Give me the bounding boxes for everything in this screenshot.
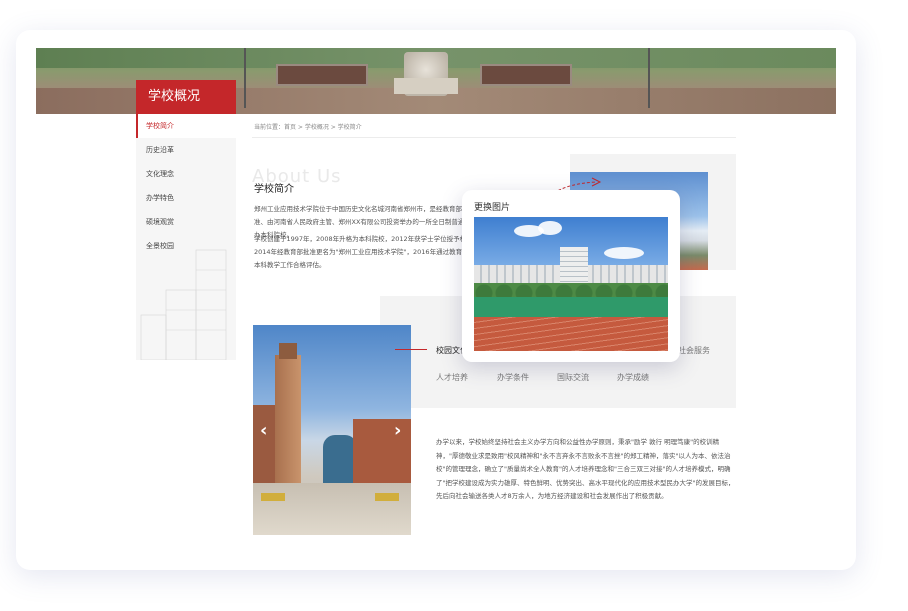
intro-title: 学校简介 bbox=[254, 184, 294, 195]
replace-image-popover[interactable]: 更换图片 bbox=[462, 190, 680, 362]
photo-tower bbox=[275, 355, 301, 485]
tab-conditions[interactable]: 办学条件 bbox=[497, 372, 529, 383]
flag-pole bbox=[648, 48, 650, 108]
photo-tower-top bbox=[279, 343, 297, 359]
flag-pole bbox=[244, 48, 246, 108]
prev-arrow-icon[interactable]: ‹ bbox=[260, 420, 267, 441]
tab-achievements[interactable]: 办学成绩 bbox=[617, 372, 649, 383]
banner-signboard bbox=[480, 64, 572, 86]
banner-plinth bbox=[394, 78, 458, 94]
campus-paragraph: 办学以来，学校始终坚持社会主义办学方向和公益性办学原则，秉承"励学 敦行 明理笃… bbox=[436, 438, 735, 500]
sidebar-item-intro[interactable]: 学校简介 bbox=[136, 114, 236, 138]
divider bbox=[252, 137, 736, 138]
popover-photo[interactable] bbox=[474, 217, 668, 351]
photo-bench bbox=[375, 493, 399, 501]
photo-track bbox=[474, 317, 668, 351]
photo-cloud bbox=[604, 247, 644, 259]
photo-bench bbox=[261, 493, 285, 501]
sidebar-item-panorama[interactable]: 全景校园 bbox=[136, 234, 236, 258]
intro-paragraph: 学校创建于1997年，2008年升格为本科院校，2012年获学士学位授予权，20… bbox=[254, 235, 473, 269]
sidebar-item-scenery[interactable]: 硕境观赏 bbox=[136, 210, 236, 234]
photo-field bbox=[474, 297, 668, 317]
campus-photo bbox=[253, 325, 411, 535]
accent-line bbox=[395, 349, 427, 350]
sidebar-item-history[interactable]: 历史沿革 bbox=[136, 138, 236, 162]
tab-talent[interactable]: 人才培养 bbox=[436, 372, 468, 383]
photo-building bbox=[353, 419, 411, 485]
section-title: 学校概况 bbox=[136, 80, 236, 114]
tab-international[interactable]: 国际交流 bbox=[557, 372, 589, 383]
photo-plaza bbox=[253, 483, 411, 535]
sidebar-item-features[interactable]: 办学特色 bbox=[136, 186, 236, 210]
banner-signboard bbox=[276, 64, 368, 86]
next-arrow-icon[interactable]: › bbox=[394, 420, 401, 441]
breadcrumb[interactable]: 当前位置：首页 > 学校概况 > 学校简介 bbox=[254, 122, 362, 131]
photo-cloud bbox=[538, 221, 562, 235]
popover-title: 更换图片 bbox=[474, 203, 511, 213]
tab-social-service[interactable]: 社会服务 bbox=[678, 345, 710, 356]
photo-glass-hall bbox=[323, 435, 357, 485]
sidebar-nav: 学校简介 历史沿革 文化理念 办学特色 硕境观赏 全景校园 bbox=[136, 114, 236, 360]
sidebar-item-culture[interactable]: 文化理念 bbox=[136, 162, 236, 186]
